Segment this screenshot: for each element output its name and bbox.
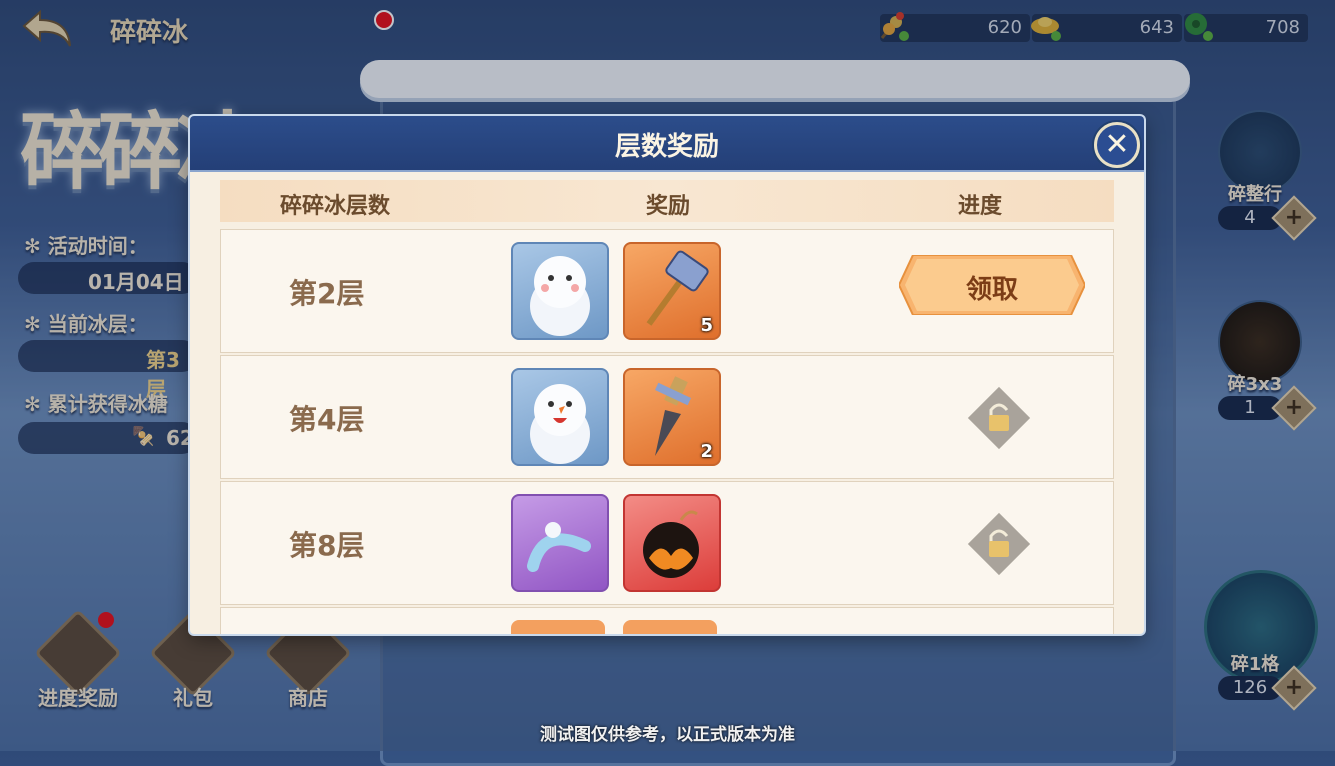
floor-label: 第2层 bbox=[289, 277, 365, 310]
snowman-smile-icon bbox=[530, 384, 590, 464]
floor-reward-modal: 层数奖励 ✕ 碎碎冰层数 奖励 进度 第2层 5 领取 第4层 2 第8层 bbox=[190, 116, 1144, 634]
modal-title: 层数奖励 bbox=[614, 132, 719, 162]
lock-icon bbox=[967, 512, 1031, 576]
test-image-disclaimer: 测试图仅供参考，以正式版本为准 bbox=[540, 725, 795, 745]
reward-item[interactable]: 5 bbox=[623, 242, 721, 340]
reward-row: 第4层 2 bbox=[220, 355, 1114, 479]
claim-button-label: 领取 bbox=[965, 275, 1018, 305]
item-quantity: 2 bbox=[700, 441, 713, 462]
reward-item[interactable] bbox=[623, 620, 717, 634]
reward-item[interactable] bbox=[511, 620, 605, 634]
close-icon: ✕ bbox=[1104, 127, 1130, 162]
reward-row: 第2层 5 领取 bbox=[220, 229, 1114, 353]
reward-item[interactable] bbox=[623, 494, 721, 592]
locked-indicator bbox=[961, 380, 1037, 456]
floor-label: 第8层 bbox=[289, 529, 365, 562]
column-header-progress: 进度 bbox=[958, 194, 1003, 219]
claim-button[interactable]: 领取 bbox=[899, 255, 1085, 315]
reward-item[interactable] bbox=[511, 494, 609, 592]
close-button[interactable]: ✕ bbox=[1094, 122, 1140, 168]
headband-icon bbox=[527, 522, 591, 572]
bomb-icon bbox=[643, 510, 699, 578]
snowman-icon bbox=[530, 256, 590, 336]
table-header: 碎碎冰层数 奖励 进度 bbox=[220, 180, 1114, 222]
locked-indicator bbox=[961, 506, 1037, 582]
reward-item[interactable] bbox=[511, 242, 609, 340]
floor-label: 第4层 bbox=[289, 403, 365, 436]
column-header-floor: 碎碎冰层数 bbox=[280, 194, 391, 219]
lock-icon bbox=[967, 386, 1031, 450]
reward-row: 第8层 bbox=[220, 481, 1114, 605]
reward-item[interactable]: 2 bbox=[623, 368, 721, 466]
item-quantity: 5 bbox=[700, 315, 713, 336]
reward-row bbox=[220, 607, 1114, 634]
column-header-reward: 奖励 bbox=[646, 194, 691, 219]
reward-item[interactable] bbox=[511, 368, 609, 466]
